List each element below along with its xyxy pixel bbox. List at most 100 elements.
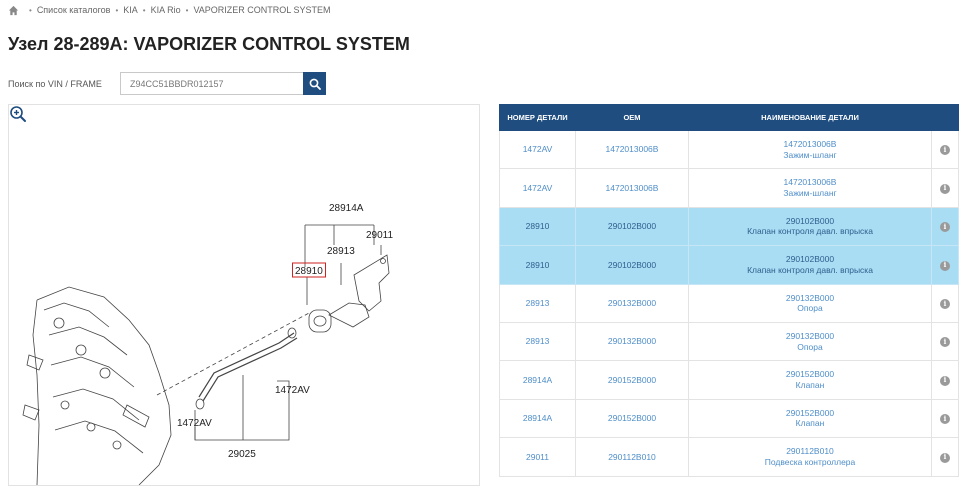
part-code-link[interactable]: 1472013006B xyxy=(689,139,931,150)
column-header-oem[interactable]: OEM xyxy=(575,104,689,131)
part-number-cell[interactable]: 1472AV xyxy=(499,129,576,170)
part-number-cell[interactable]: 28914A xyxy=(499,360,576,400)
part-code-link[interactable]: 1472013006B xyxy=(689,177,931,188)
oem-link[interactable]: 290102B000 xyxy=(608,260,656,270)
part-number-cell[interactable]: 29011 xyxy=(499,437,576,477)
part-number-link[interactable]: 28910 xyxy=(526,260,550,270)
breadcrumb-kia-rio[interactable]: KIA Rio xyxy=(151,5,181,15)
part-code-link[interactable]: 290102B000 xyxy=(689,216,931,227)
table-row[interactable]: 28913 290132B000 290132B000 Опора i xyxy=(499,321,959,362)
oem-cell[interactable]: 1472013006B xyxy=(575,129,689,170)
part-number-link[interactable]: 1472AV xyxy=(523,144,553,154)
oem-link[interactable]: 290112B010 xyxy=(608,452,656,462)
search-button[interactable] xyxy=(303,72,326,95)
part-number-link[interactable]: 28914A xyxy=(523,413,552,423)
part-name[interactable]: Клапан xyxy=(689,380,931,391)
oem-link[interactable]: 290152B000 xyxy=(608,413,656,423)
label-1472AV-right[interactable]: 1472AV xyxy=(275,385,310,396)
part-number-cell[interactable]: 28913 xyxy=(499,321,576,362)
part-number-link[interactable]: 1472AV xyxy=(523,183,553,193)
oem-cell[interactable]: 290112B010 xyxy=(575,437,689,477)
part-code-link[interactable]: 290102B000 xyxy=(689,254,931,265)
part-code-link[interactable]: 290132B000 xyxy=(689,331,931,342)
info-icon[interactable]: i xyxy=(940,452,950,463)
part-code-link[interactable]: 290112B010 xyxy=(689,446,931,457)
oem-link[interactable]: 1472013006B xyxy=(606,183,659,193)
breadcrumb-kia[interactable]: KIA xyxy=(123,5,138,15)
table-row[interactable]: 1472AV 1472013006B 1472013006B Зажим-шланг i xyxy=(499,129,959,170)
part-number-link[interactable]: 28914A xyxy=(523,375,552,385)
part-name[interactable]: Клапан xyxy=(689,418,931,429)
oem-cell[interactable]: 290102B000 xyxy=(575,206,689,247)
info-icon[interactable]: i xyxy=(940,184,950,194)
oem-link[interactable]: 290132B000 xyxy=(608,336,656,346)
part-name-cell[interactable]: 290132B000 Опора xyxy=(688,283,932,323)
info-cell: i xyxy=(931,168,959,208)
label-28914A[interactable]: 28914A xyxy=(329,203,364,214)
part-name[interactable]: Клапан контроля давл. впрыска xyxy=(689,226,931,237)
part-number-cell[interactable]: 1472AV xyxy=(499,168,576,208)
vin-search-input[interactable] xyxy=(120,72,303,95)
info-icon[interactable]: i xyxy=(940,337,950,348)
vin-search xyxy=(120,72,326,95)
part-name-cell[interactable]: 290152B000 Клапан xyxy=(688,398,932,439)
part-number-link[interactable]: 28913 xyxy=(526,336,550,346)
table-row[interactable]: 1472AV 1472013006B 1472013006B Зажим-шланг i xyxy=(499,168,959,208)
part-code-link[interactable]: 290132B000 xyxy=(689,293,931,304)
part-number-link[interactable]: 29011 xyxy=(526,452,549,462)
oem-cell[interactable]: 290152B000 xyxy=(575,360,689,400)
table-row[interactable]: 28913 290132B000 290132B000 Опора i xyxy=(499,283,959,323)
breadcrumb-catalogs[interactable]: Список каталогов xyxy=(37,5,111,15)
part-number-cell[interactable]: 28914A xyxy=(499,398,576,439)
part-number-cell[interactable]: 28913 xyxy=(499,283,576,323)
column-header-part-number[interactable]: НОМЕР ДЕТАЛИ xyxy=(499,104,576,131)
home-icon[interactable] xyxy=(8,5,19,16)
part-code-link[interactable]: 290152B000 xyxy=(689,369,931,380)
info-icon[interactable]: i xyxy=(940,222,950,233)
part-name-cell[interactable]: 1472013006B Зажим-шланг xyxy=(688,168,932,208)
oem-cell[interactable]: 290132B000 xyxy=(575,321,689,362)
oem-link[interactable]: 290102B000 xyxy=(608,221,656,231)
oem-cell[interactable]: 290132B000 xyxy=(575,283,689,323)
part-name-cell[interactable]: 290152B000 Клапан xyxy=(688,360,932,400)
part-name-cell[interactable]: 290112B010 Подвеска контроллера xyxy=(688,437,932,477)
table-row[interactable]: 28914A 290152B000 290152B000 Клапан i xyxy=(499,398,959,439)
zoom-in-icon[interactable] xyxy=(9,105,27,123)
part-name-cell[interactable]: 290102B000 Клапан контроля давл. впрыска xyxy=(688,206,932,247)
part-name-cell[interactable]: 290132B000 Опора xyxy=(688,321,932,362)
label-29025[interactable]: 29025 xyxy=(228,449,256,460)
table-row[interactable]: 28910 290102B000 290102B000 Клапан контроля… xyxy=(499,206,959,247)
part-name[interactable]: Опора xyxy=(689,303,931,314)
column-header-name[interactable]: НАИМЕНОВАНИЕ ДЕТАЛИ xyxy=(688,104,932,131)
oem-cell[interactable]: 1472013006B xyxy=(575,168,689,208)
table-row[interactable]: 28910 290102B000 290102B000 Клапан контроля… xyxy=(499,245,959,285)
part-number-link[interactable]: 28913 xyxy=(526,298,550,308)
part-name-cell[interactable]: 1472013006B Зажим-шланг xyxy=(688,129,932,170)
info-icon[interactable]: i xyxy=(940,145,950,156)
label-28910[interactable]: 28910 xyxy=(295,266,323,277)
part-code-link[interactable]: 290152B000 xyxy=(689,408,931,419)
part-number-cell[interactable]: 28910 xyxy=(499,206,576,247)
label-29011[interactable]: 29011 xyxy=(366,230,394,241)
label-1472AV-left[interactable]: 1472AV xyxy=(177,418,212,429)
label-28913[interactable]: 28913 xyxy=(327,246,355,257)
oem-link[interactable]: 1472013006B xyxy=(606,144,659,154)
oem-cell[interactable]: 290102B000 xyxy=(575,245,689,285)
oem-link[interactable]: 290152B000 xyxy=(608,375,656,385)
table-row[interactable]: 29011 290112B010 290112B010 Подвеска контро… xyxy=(499,437,959,477)
part-name[interactable]: Зажим-шланг xyxy=(689,188,931,199)
info-icon[interactable]: i xyxy=(940,414,950,425)
info-icon[interactable]: i xyxy=(940,375,950,386)
oem-link[interactable]: 290132B000 xyxy=(608,298,656,308)
part-name[interactable]: Опора xyxy=(689,342,931,353)
table-row[interactable]: 28914A 290152B000 290152B000 Клапан i xyxy=(499,360,959,400)
part-name[interactable]: Зажим-шланг xyxy=(689,150,931,161)
part-number-cell[interactable]: 28910 xyxy=(499,245,576,285)
part-name[interactable]: Клапан контроля давл. впрыска xyxy=(689,265,931,276)
part-name-cell[interactable]: 290102B000 Клапан контроля давл. впрыска xyxy=(688,245,932,285)
part-number-link[interactable]: 28910 xyxy=(526,221,550,231)
oem-cell[interactable]: 290152B000 xyxy=(575,398,689,439)
info-icon[interactable]: i xyxy=(940,260,950,271)
part-name[interactable]: Подвеска контроллера xyxy=(689,457,931,468)
info-icon[interactable]: i xyxy=(940,299,950,309)
